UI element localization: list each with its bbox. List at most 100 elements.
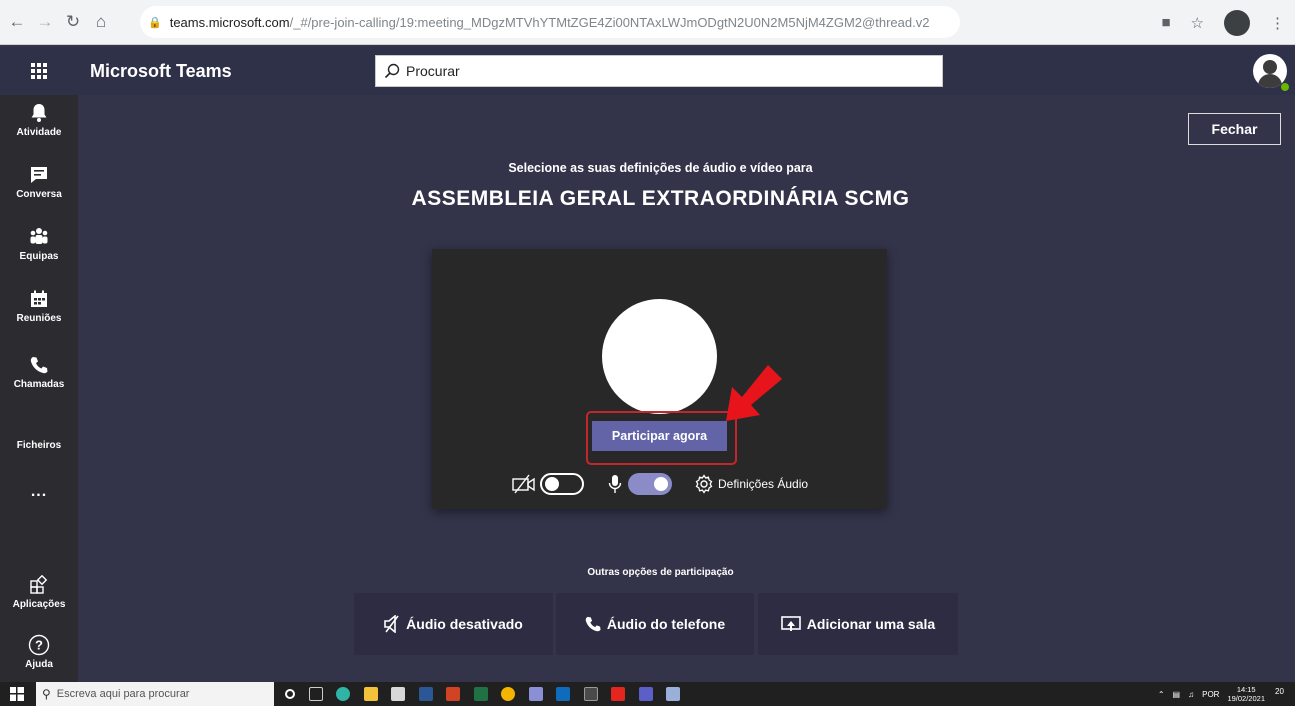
windows-start-icon[interactable] [10,687,24,701]
notification-center-icon[interactable]: 20 [1275,686,1291,702]
back-icon[interactable]: ← [6,11,28,33]
chrome-icon[interactable] [501,687,515,701]
bookmark-star-icon[interactable]: ☆ [1191,14,1204,32]
clock-time: 14:15 [1236,685,1256,694]
rail-label: Atividade [16,127,62,138]
edge-icon[interactable] [336,687,350,701]
browser-menu-icon[interactable]: ⋮ [1270,14,1285,32]
url-domain: teams.microsoft.com [169,14,290,30]
gear-icon [695,474,713,494]
word-icon[interactable] [418,687,433,701]
network-icon[interactable]: ▤ [1173,690,1181,699]
rail-item-meetings[interactable]: Reuniões [0,287,78,324]
windows-taskbar: ⚲ Escreva aqui para procurar ⌃ ▤ ♫ POR 1… [0,682,1295,706]
excel-icon[interactable] [473,687,488,701]
add-room-button[interactable]: Adicionar uma sala [758,593,958,655]
rail-item-teams[interactable]: Equipas [0,225,78,262]
rail-label: Ajuda [25,659,53,670]
red-arrow-icon [726,365,782,421]
phone-audio-button[interactable]: Áudio do telefone [556,593,754,655]
teams-header: Microsoft Teams [0,47,1295,95]
join-now-button[interactable]: Participar agora [592,421,727,451]
phone-icon [585,616,601,632]
browser-toolbar: ← → ↻ ⌂ 🔒 teams.microsoft.com/_#/pre-joi… [0,0,1295,45]
tray-chevron-icon[interactable]: ⌃ [1158,690,1165,699]
chat-icon [30,163,48,187]
url-path: /_#/pre-join-calling/19:meeting_MDgzMTVh… [289,14,930,30]
rail-item-activity[interactable]: Atividade [0,101,78,138]
task-view-icon[interactable] [308,687,323,701]
bell-icon [30,101,48,125]
preview-avatar [602,299,717,414]
rail-item-calls[interactable]: Chamadas [0,353,78,390]
prejoin-prompt: Selecione as suas definições de áudio e … [508,161,813,175]
microphone-icon [608,475,622,493]
store-icon[interactable] [391,687,405,701]
camera-toggle[interactable] [540,473,584,495]
snipping-tool-icon[interactable] [666,687,680,701]
reload-icon[interactable]: ↻ [62,11,84,33]
apps-icon [29,573,49,597]
cast-icon [780,616,801,632]
phone-icon [30,353,48,377]
other-options-title: Outras opções de participação [587,567,734,578]
paint-icon[interactable] [528,687,543,701]
taskbar-search[interactable]: ⚲ Escreva aqui para procurar [36,682,274,706]
address-bar[interactable]: 🔒 teams.microsoft.com/_#/pre-join-callin… [140,6,960,38]
audio-settings-link[interactable]: Definições Áudio [718,477,808,491]
rail-item-chat[interactable]: Conversa [0,163,78,200]
lock-icon: 🔒 [148,16,162,29]
powerpoint-icon[interactable] [446,687,460,701]
rail-item-help[interactable]: ? Ajuda [0,633,78,670]
outlook-icon[interactable] [556,687,570,701]
browser-profile-icon[interactable] [1224,9,1250,36]
rail-label: Conversa [16,189,62,200]
calendar-icon [30,287,48,311]
teams-taskbar-icon[interactable] [638,687,653,701]
video-preview: Participar agora Definições Áudio [432,249,887,509]
clock[interactable]: 14:15 19/02/2021 [1227,685,1265,703]
help-icon: ? [28,633,50,657]
taskbar-apps [285,682,694,706]
close-button[interactable]: Fechar [1188,113,1281,145]
file-explorer-icon[interactable] [363,687,378,701]
rail-item-apps[interactable]: Aplicações [0,573,78,610]
app-name: Microsoft Teams [90,60,232,81]
volume-icon[interactable]: ♫ [1188,690,1194,699]
rail-label: Reuniões [16,313,62,324]
device-controls: Definições Áudio [512,471,808,497]
pre-join-screen: Fechar Selecione as suas definições de á… [78,95,1295,682]
app-bar: Atividade Conversa Equipas Reuniões Cham… [0,95,78,682]
camera-off-icon [512,474,535,494]
svg-text:?: ? [35,638,43,653]
search-input[interactable] [406,63,906,79]
more-icon: ... [30,483,48,500]
rail-label: Equipas [19,251,59,262]
cortana-icon[interactable] [285,689,295,699]
system-tray: ⌃ ▤ ♫ POR 14:15 19/02/2021 [1150,682,1265,706]
search-box[interactable] [375,55,943,87]
search-icon [384,63,400,79]
home-icon[interactable]: ⌂ [90,11,112,33]
presence-available-icon [1280,82,1290,92]
forward-icon[interactable]: → [34,11,56,33]
camera-indicator-icon[interactable]: ■ [1161,14,1170,31]
teams-icon [29,225,49,249]
notification-count: 20 [1275,687,1284,696]
language-indicator[interactable]: POR [1202,690,1219,699]
taskbar-search-placeholder: Escreva aqui para procurar [56,688,190,700]
app-launcher-icon[interactable] [0,47,78,95]
phone-audio-label: Áudio do telefone [606,616,726,632]
microphone-toggle[interactable] [628,473,672,495]
acrobat-icon[interactable] [611,687,625,701]
audio-off-button[interactable]: Áudio desativado [354,593,553,655]
clock-date: 19/02/2021 [1227,694,1265,703]
add-room-label: Adicionar uma sala [806,616,936,632]
rail-label: Chamadas [13,379,65,390]
speaker-off-icon [384,615,400,633]
rail-label: Ficheiros [16,440,62,451]
rail-more-button[interactable]: ... [0,483,78,501]
meeting-title: ASSEMBLEIA GERAL EXTRAORDINÁRIA SCMG [411,187,910,210]
calculator-icon[interactable] [583,687,598,701]
rail-item-files[interactable]: Ficheiros [0,440,78,451]
